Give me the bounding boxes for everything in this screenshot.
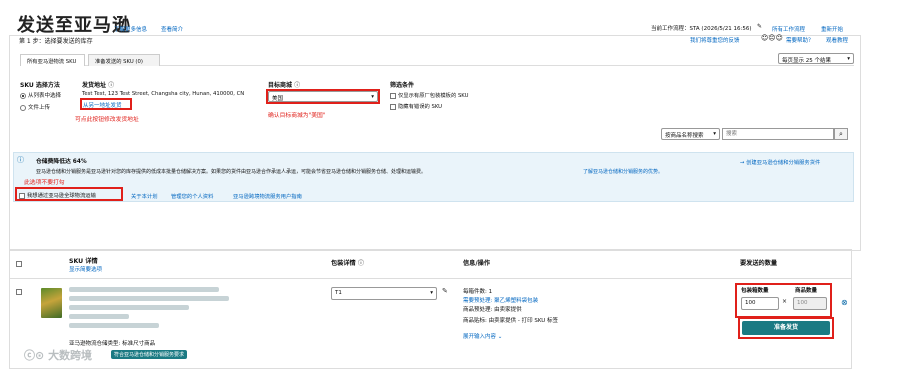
remove-icon[interactable]: ⊗ — [841, 298, 848, 307]
marketplace-label: 目标商城 ⓘ — [268, 82, 301, 89]
fba-storage-type: 亚马逊物流仓储类型: 标准尺寸商品 — [69, 341, 156, 347]
marketplace-select[interactable]: 美国 ▾ — [268, 91, 378, 102]
filter-label: 筛选条件 — [390, 82, 415, 89]
page-size-value: 每页显示 25 个结果 — [782, 58, 831, 64]
search-input[interactable] — [722, 128, 834, 140]
checkbox-icon — [390, 103, 396, 110]
radio-label: 从列表中选择 — [28, 93, 62, 99]
tab-bar: 所有亚马逊物流 SKU 准备发送的 SKU (0) 每页显示 25 个结果 ▾ — [20, 51, 854, 66]
expand-inputs-link[interactable]: 展开输入内容 ⌄ — [463, 332, 502, 340]
page-size-select[interactable]: 每页显示 25 个结果 ▾ — [778, 53, 854, 64]
feedback-link[interactable]: 我们将尊重您的反馈 — [690, 36, 740, 44]
checkbox-icon — [390, 92, 396, 99]
radio-file-upload[interactable]: 文件上传 — [20, 103, 50, 111]
boxes-input[interactable]: 100 — [741, 297, 779, 310]
tab-all-sku[interactable]: 所有亚马逊物流 SKU — [20, 54, 85, 66]
info-icon: ⓘ — [357, 260, 365, 267]
chevron-down-icon: ▾ — [847, 56, 850, 62]
units-label: 商品数量 — [795, 288, 818, 294]
info-title: 仓储费降低达 64% — [36, 159, 87, 165]
blurred-sku-text — [69, 323, 159, 328]
about-program-link[interactable]: 关于本计划 — [131, 192, 158, 200]
info-icon: ⓘ — [294, 82, 301, 89]
restart-link[interactable]: 重新开始 — [821, 25, 843, 33]
radio-from-list[interactable]: 从列表中选择 — [20, 91, 61, 99]
need-help-link[interactable]: 需要帮助？ — [786, 36, 814, 44]
chevron-down-icon: ▾ — [430, 290, 433, 296]
view-video-link[interactable]: 查看简介 — [161, 25, 183, 33]
manage-profile-link[interactable]: 管理您的个人资料 — [171, 192, 213, 200]
watermark-logo-icon: ⓒ⊙ — [24, 349, 45, 362]
col-sku-header: SKU 详情 — [69, 258, 98, 265]
checkbox-icon — [19, 192, 25, 199]
tutorial-link[interactable]: 观看教程 — [826, 36, 848, 44]
radio-icon — [20, 104, 26, 111]
filter-label-text: 隐藏有错误的 SKU — [398, 104, 443, 110]
smiley-icons[interactable]: ☺☹☺ — [761, 34, 783, 42]
ship-from-note: 可点此按钮修改发货地址 — [75, 117, 139, 123]
pencil-icon[interactable]: ✎ — [442, 287, 448, 295]
blurred-sku-text — [69, 305, 189, 310]
ready-to-ship-button[interactable]: 准备发货 — [742, 321, 830, 335]
item-prep: 商品预处理: 由卖家提供 — [463, 307, 522, 313]
select-all-checkbox[interactable] — [16, 261, 22, 267]
optin-note: 此选项不要打勾 — [24, 180, 65, 186]
search-scope-value: 按商品名称搜索 — [665, 133, 704, 139]
blurred-sku-text — [69, 314, 129, 319]
prep-required[interactable]: 需要预处理: 聚乙烯塑料袋包装 — [463, 296, 538, 304]
filter-hide-errors-checkbox[interactable]: 隐藏有错误的 SKU — [390, 102, 442, 110]
ship-from-address: Test Test, 123 Test Street, Changsha cit… — [82, 91, 245, 97]
all-workflows-link[interactable]: 所有工作流程 — [772, 25, 805, 33]
show-brief-link[interactable]: 显示简要选项 — [69, 265, 102, 273]
workflow-label: 当前工作流程：STA (2026/5/21 16:56) — [651, 26, 752, 32]
sku-method-label: SKU 选择方法 — [20, 82, 60, 89]
radio-label: 文件上传 — [28, 105, 51, 111]
product-thumbnail — [41, 288, 62, 318]
ship-from-label: 发货地址 ⓘ — [82, 82, 115, 89]
tab-ready-sku[interactable]: 准备发送的 SKU (0) — [88, 54, 160, 66]
radio-selected-icon — [20, 92, 26, 99]
table-header — [10, 250, 851, 279]
pack-template-value: T1 — [335, 290, 342, 296]
pencil-icon[interactable]: ✎ — [757, 23, 762, 30]
col-qty-header: 要发送的数量 — [740, 260, 778, 267]
awd-eligible-badge: 符合亚马逊仓储和分销服务要求 — [111, 350, 188, 359]
pack-template-select[interactable]: T1 ▾ — [331, 287, 437, 300]
info-body: 亚马逊仓储和分销服务是亚马逊针对您的库存提供的低成本批量仓储解决方案。如果您的货… — [36, 169, 427, 175]
chevron-down-icon: ⌄ — [497, 334, 503, 340]
boxes-label: 包装箱数量 — [741, 288, 769, 294]
main-card — [9, 35, 861, 251]
search-icon[interactable]: ⌕ — [834, 128, 848, 140]
change-address-link[interactable]: 从另一地址发货 — [83, 101, 122, 109]
marketplace-note: 确认目标商城为"美国" — [268, 113, 326, 119]
watermark: ⓒ⊙ 大数跨境 — [24, 349, 93, 362]
info-learn-link[interactable]: 了解亚马逊仓储和分销服务的优势。 — [583, 168, 663, 175]
filter-label-text: 仅显示有原厂包装模板的 SKU — [398, 93, 469, 99]
search-scope-select[interactable]: 按商品名称搜索 ▾ — [661, 128, 720, 140]
create-shipment-link[interactable]: → 创建亚马逊仓储和分销服务货件 — [740, 158, 820, 166]
blurred-sku-text — [69, 287, 219, 292]
marketplace-value: 美国 — [272, 96, 284, 102]
learn-more-link[interactable]: 了解更多信息 — [114, 25, 147, 33]
multiply-icon: × — [782, 298, 788, 305]
units-input: 100 — [793, 297, 827, 310]
chevron-down-icon: ▾ — [713, 131, 716, 137]
step-title: 第 1 步：选择要发送的库存 — [19, 38, 93, 45]
col-pack-header: 包装详情 ⓘ — [331, 260, 365, 267]
filter-oem-checkbox[interactable]: 仅显示有原厂包装模板的 SKU — [390, 91, 469, 99]
info-icon: ⓘ — [17, 156, 24, 164]
col-info-header: 信息/操作 — [463, 260, 491, 267]
units-value: 100 — [797, 300, 808, 306]
page-title: 发送至亚马逊 — [17, 15, 131, 36]
blurred-sku-text — [69, 296, 229, 301]
item-labeling: 商品贴标: 由卖家提供 - 打印 SKU 标签 — [463, 318, 559, 324]
chevron-down-icon: ▾ — [371, 94, 374, 100]
units-per-box: 每箱件数: 1 — [463, 289, 493, 295]
boxes-value: 100 — [745, 300, 756, 306]
user-guide-link[interactable]: 亚马逊跨境物流服务用户指南 — [233, 192, 302, 200]
info-icon: ⓘ — [108, 82, 115, 89]
optin-label: 我想通过亚马逊全球物流运输 — [27, 193, 96, 199]
global-logistics-checkbox[interactable]: 我想通过亚马逊全球物流运输 — [19, 191, 96, 199]
row-checkbox[interactable] — [16, 289, 22, 295]
